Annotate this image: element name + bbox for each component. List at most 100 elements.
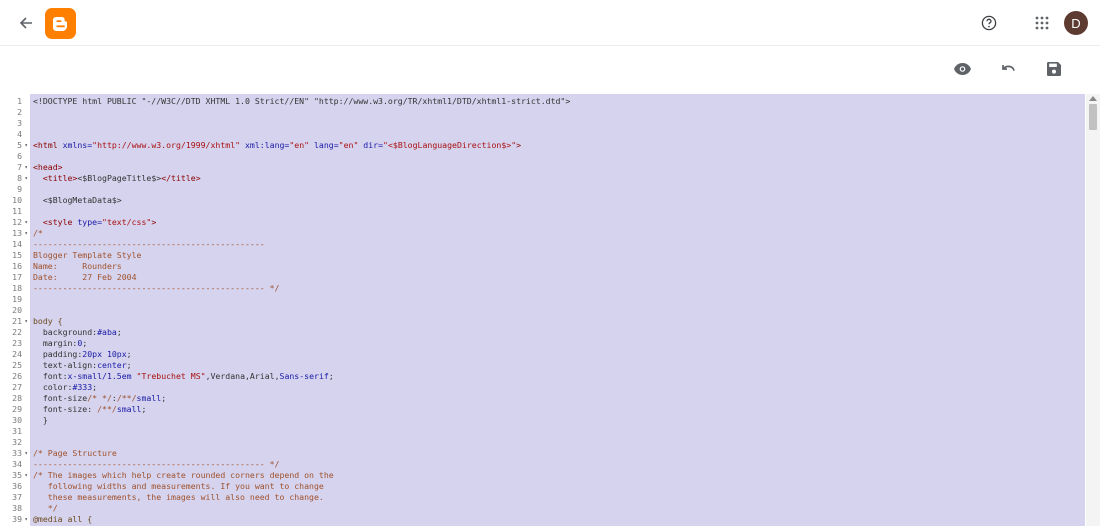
line-number: 38	[0, 503, 30, 514]
line-number-text: 28	[12, 393, 22, 403]
line-number: 26	[0, 371, 30, 382]
fold-toggle-icon[interactable]: ▾	[24, 316, 28, 327]
code-editor[interactable]: 1 2 3 4 5 ▾ 6 7 ▾ 8 ▾ 9 10 11 12 ▾ 13 ▾ 14 15 16 17 18 19 20 21 ▾ 2…	[0, 94, 1100, 526]
code-token: xmlns=	[57, 140, 93, 150]
line-number: 29	[0, 404, 30, 415]
code-token: following widths and measurements. If yo…	[33, 481, 324, 491]
code-token: /* */	[87, 393, 112, 403]
code-token: ----------------------------------------…	[33, 459, 280, 469]
code-token: /*	[33, 228, 43, 238]
code-token: "en"	[289, 140, 310, 150]
editor-toolbar	[0, 46, 1100, 92]
line-number-gutter: 1 2 3 4 5 ▾ 6 7 ▾ 8 ▾ 9 10 11 12 ▾ 13 ▾ 14 15 16 17 18 19 20 21 ▾ 2…	[0, 94, 30, 526]
line-number: 4	[0, 129, 30, 140]
blogger-logo[interactable]	[45, 8, 76, 39]
code-line: these measurements, the images will also…	[33, 492, 324, 503]
eye-icon	[953, 63, 971, 75]
line-number-text: 30	[12, 415, 22, 425]
code-token: ;	[161, 393, 167, 403]
line-number-text: 6	[17, 151, 22, 161]
code-token: "text/css"	[102, 217, 152, 227]
code-token: text-align:	[33, 360, 98, 370]
code-token: <head>	[33, 162, 63, 172]
code-token: <style	[33, 217, 73, 227]
fold-toggle-icon[interactable]: ▾	[24, 162, 28, 173]
code-area[interactable]: <!DOCTYPE html PUBLIC "-//W3C//DTD XHTML…	[30, 94, 1085, 526]
code-token: 20px 10px	[82, 349, 127, 359]
code-line: Date: 27 Feb 2004	[33, 272, 137, 283]
line-number-text: 3	[17, 118, 22, 128]
code-token: small	[116, 404, 142, 414]
avatar[interactable]: D	[1064, 11, 1088, 35]
code-token: ;	[92, 382, 98, 392]
code-token: <$BlogPageTitle$>	[77, 173, 162, 183]
code-token: ;	[141, 404, 147, 414]
code-line: ----------------------------------------…	[33, 459, 279, 470]
code-token: font:	[33, 371, 68, 381]
code-token: "http://www.w3.org/1999/xhtml"	[92, 140, 241, 150]
line-number: 13 ▾	[0, 228, 30, 239]
line-number: 39 ▾	[0, 514, 30, 525]
code-token: body {	[33, 316, 63, 326]
line-number: 25	[0, 360, 30, 371]
vertical-scrollbar[interactable]	[1086, 94, 1100, 526]
code-line: font-size/* */:/**/small;	[33, 393, 166, 404]
fold-toggle-icon[interactable]: ▾	[24, 140, 28, 151]
code-line: /*	[33, 228, 43, 239]
code-line: <title><$BlogPageTitle$></title>	[33, 173, 201, 184]
line-number-text: 9	[17, 184, 22, 194]
line-number: 37	[0, 492, 30, 503]
fold-toggle-icon[interactable]: ▾	[24, 173, 28, 184]
fold-toggle-icon[interactable]: ▾	[24, 448, 28, 459]
line-number-text: 13	[12, 228, 22, 238]
line-number-text: 14	[12, 239, 22, 249]
line-number: 1	[0, 96, 30, 107]
line-number-text: 17	[12, 272, 22, 282]
code-token: "en"	[338, 140, 359, 150]
save-button[interactable]	[1042, 57, 1066, 81]
code-line: */	[33, 503, 58, 514]
line-number-text: 35	[12, 470, 22, 480]
line-number-text: 37	[12, 492, 22, 502]
fold-toggle-icon[interactable]: ▾	[24, 470, 28, 481]
apps-button[interactable]	[1030, 11, 1054, 35]
scroll-up-arrow-icon[interactable]	[1089, 96, 1097, 101]
line-number: 8 ▾	[0, 173, 30, 184]
fold-toggle-icon[interactable]: ▾	[24, 514, 28, 525]
line-number: 20	[0, 305, 30, 316]
back-button[interactable]	[14, 12, 38, 34]
line-number-text: 38	[12, 503, 22, 513]
line-number: 16	[0, 261, 30, 272]
code-line: }	[33, 415, 48, 426]
line-number-text: 27	[12, 382, 22, 392]
code-token: #aba	[97, 327, 117, 337]
code-token: Date: 27 Feb 2004	[33, 272, 137, 282]
fold-toggle-icon[interactable]: ▾	[24, 228, 28, 239]
line-number: 11	[0, 206, 30, 217]
code-line: <style type="text/css">	[33, 217, 156, 228]
code-token: color:	[33, 382, 73, 392]
line-number-text: 31	[12, 426, 22, 436]
line-number: 3	[0, 118, 30, 129]
help-button[interactable]	[977, 11, 1001, 35]
line-number-text: 4	[17, 129, 22, 139]
preview-button[interactable]	[950, 57, 974, 81]
revert-button[interactable]	[996, 57, 1020, 81]
code-token: }	[33, 415, 48, 425]
code-token: small	[136, 393, 162, 403]
line-number-text: 20	[12, 305, 22, 315]
line-number-text: 19	[12, 294, 22, 304]
code-token: ,Verdana,Arial,	[205, 371, 280, 381]
fold-toggle-icon[interactable]: ▾	[24, 217, 28, 228]
code-line: <head>	[33, 162, 63, 173]
scrollbar-thumb[interactable]	[1089, 104, 1097, 130]
line-number: 23	[0, 338, 30, 349]
line-number: 18	[0, 283, 30, 294]
code-token: margin:	[33, 338, 78, 348]
code-token: */	[33, 503, 58, 513]
code-token: these measurements, the images will also…	[33, 492, 324, 502]
line-number-text: 10	[12, 195, 22, 205]
code-token: /* Page Structure	[33, 448, 117, 458]
arrow-left-icon	[19, 17, 32, 29]
line-number-text: 24	[12, 349, 22, 359]
